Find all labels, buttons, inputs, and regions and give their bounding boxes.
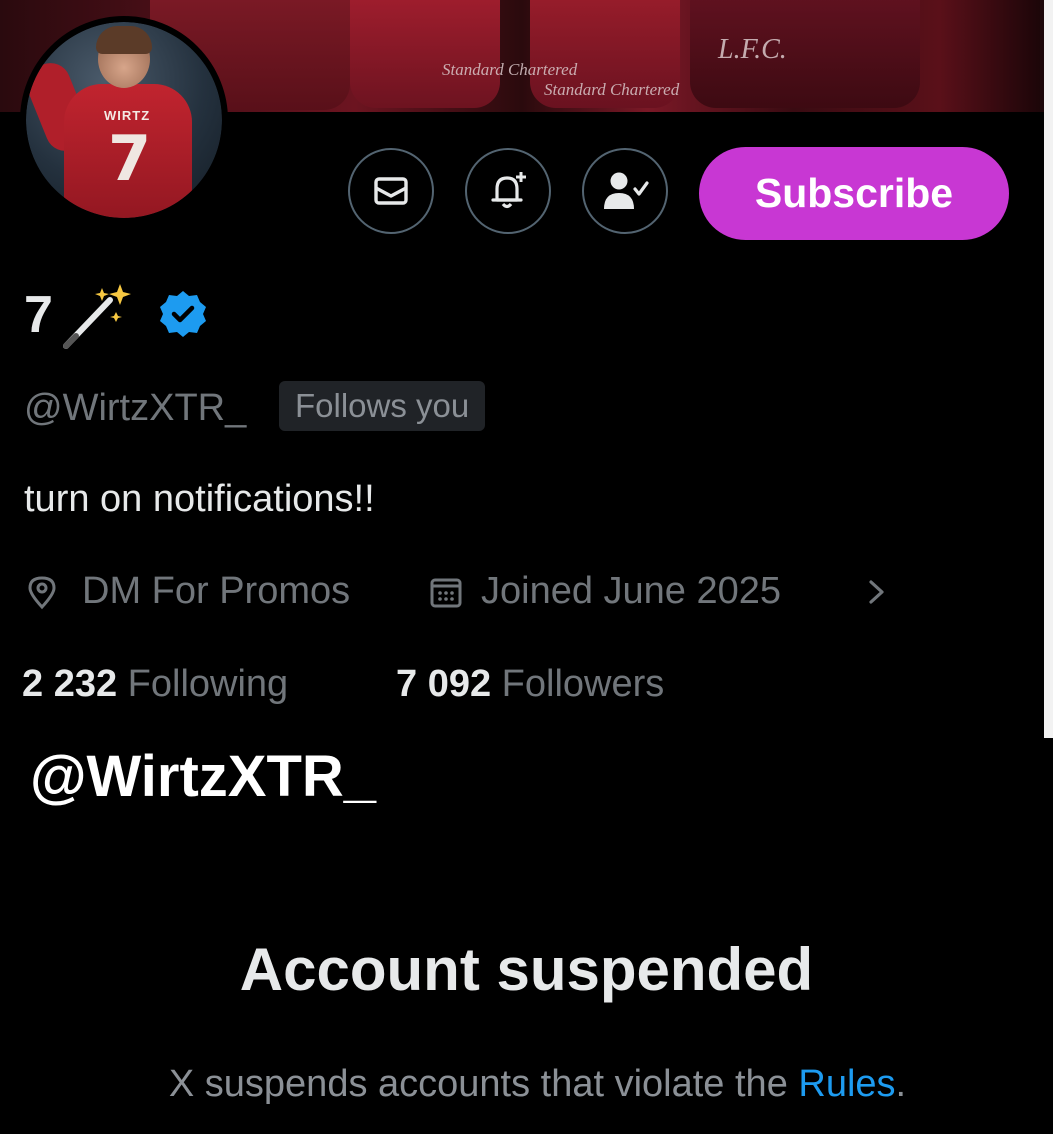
avatar-image: WIRTZ 7	[26, 22, 222, 218]
profile-joined-date: Joined June 2025	[481, 570, 782, 612]
verified-badge-icon[interactable]	[158, 289, 208, 339]
suspended-title: Account suspended	[239, 936, 814, 1003]
avatar[interactable]: WIRTZ 7	[20, 16, 228, 224]
bell-plus-icon	[491, 172, 526, 209]
suspended-handle: @WirtzXTR_	[30, 744, 377, 809]
avatar-hair	[96, 26, 152, 54]
subscribe-button[interactable]: Subscribe	[699, 147, 1009, 240]
suspended-message: X suspends accounts that violate the Rul…	[0, 1061, 1053, 1107]
profile-handle: @WirtzXTR_	[24, 387, 247, 429]
display-name: 7	[24, 286, 53, 344]
rules-link[interactable]: Rules	[798, 1063, 895, 1105]
banner-club-text: L.F.C.	[718, 34, 787, 65]
suspended-message-text: X suspends accounts that violate the	[168, 1063, 799, 1105]
location-pin-icon	[28, 576, 56, 610]
avatar-shirt-name: WIRTZ	[104, 108, 151, 123]
profile-bio: turn on notifications!!	[24, 478, 375, 520]
suspended-message-period: .	[895, 1063, 907, 1105]
person-check-icon	[604, 172, 649, 209]
followers-stat[interactable]: 7 092 Followers	[396, 661, 664, 707]
notify-button[interactable]	[465, 148, 551, 234]
banner-shirt	[350, 0, 500, 108]
profile-location: DM For Promos	[82, 570, 351, 612]
follows-you-badge: Follows you	[279, 381, 486, 431]
banner-sponsor: Standard Chartered	[442, 60, 578, 79]
following-stat[interactable]: 2 232 Following	[22, 661, 288, 707]
following-button[interactable]	[582, 148, 668, 234]
followers-label: Followers	[501, 663, 665, 705]
message-button[interactable]	[348, 148, 434, 234]
following-count: 2 232	[22, 663, 118, 705]
envelope-icon	[374, 177, 408, 205]
following-label: Following	[127, 663, 289, 705]
followers-count: 7 092	[396, 663, 492, 705]
banner-sponsor: Standard Chartered	[544, 80, 680, 99]
profile-panel: Standard Chartered Standard Chartered L.…	[0, 0, 1044, 738]
chevron-right-icon[interactable]	[862, 574, 892, 610]
magic-wand-icon	[63, 284, 131, 349]
calendar-icon	[430, 578, 462, 608]
avatar-shirt-number: 7	[108, 122, 152, 195]
panel-edge	[1044, 0, 1053, 738]
